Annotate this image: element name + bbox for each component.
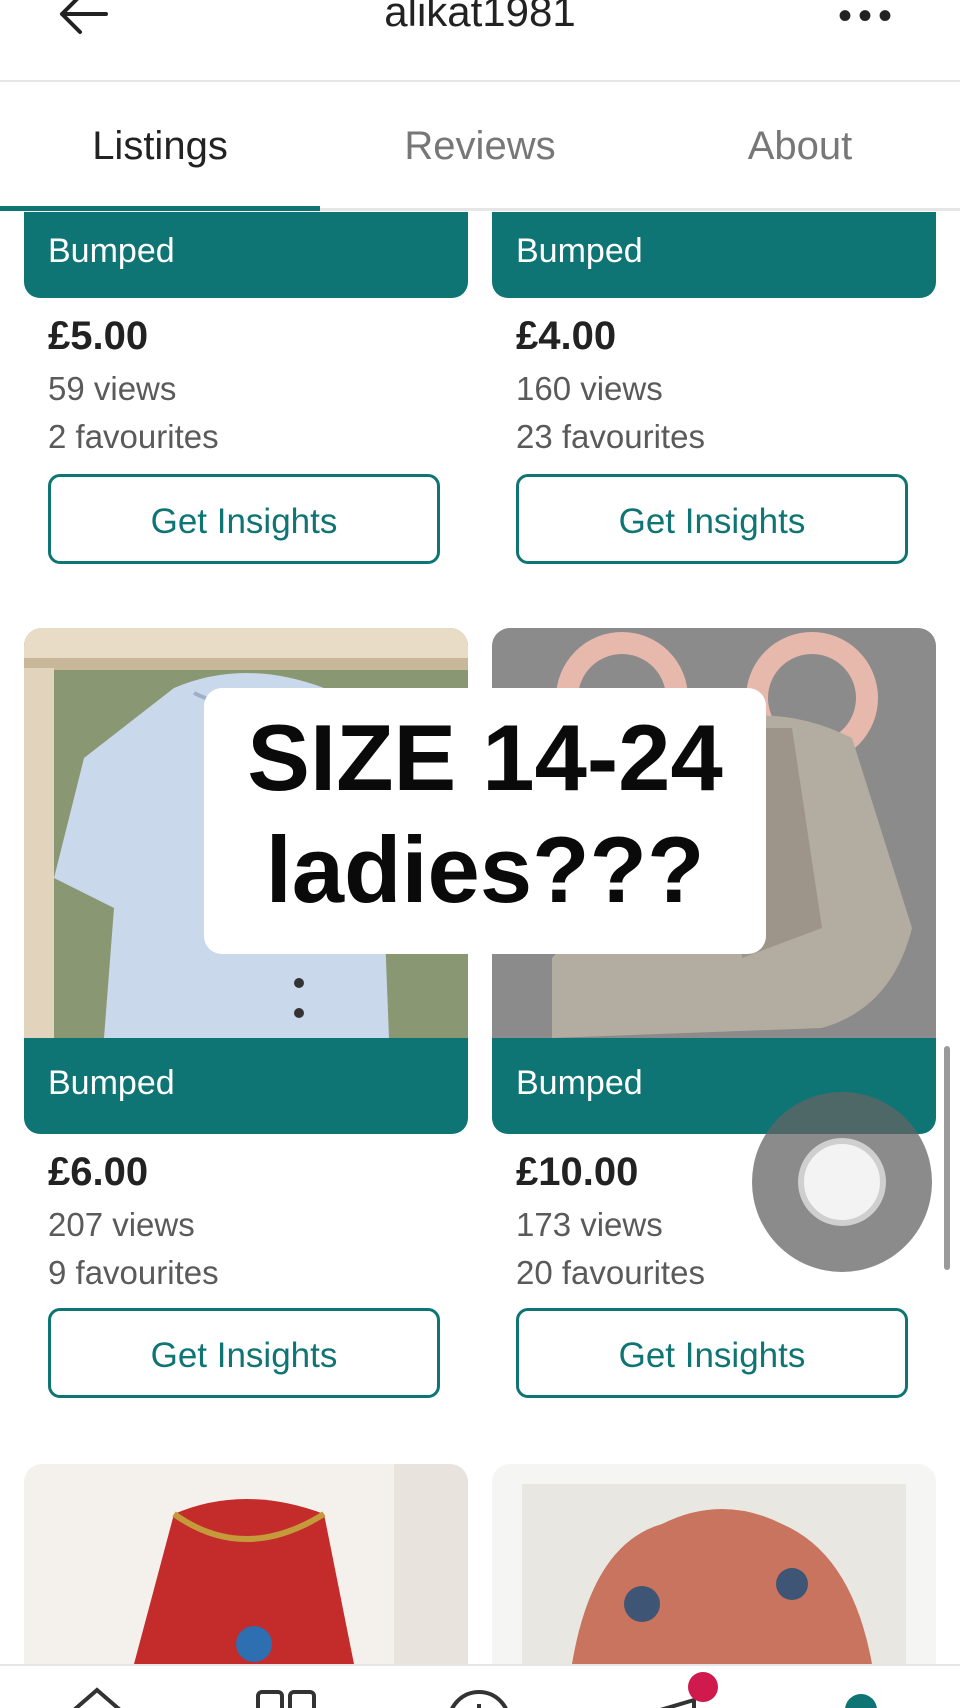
listing-price: £4.00 bbox=[516, 314, 617, 358]
page-title: alikat1981 bbox=[384, 0, 576, 35]
notification-badge bbox=[688, 1672, 718, 1702]
bumped-label: Bumped bbox=[48, 232, 175, 270]
listing-favourites: 23 favourites bbox=[516, 418, 705, 455]
tab-listings[interactable]: Listings bbox=[0, 124, 320, 169]
bumped-label: Bumped bbox=[48, 1064, 175, 1102]
get-insights-button[interactable]: Get Insights bbox=[516, 474, 908, 564]
assistive-touch-inner bbox=[798, 1138, 886, 1226]
assistive-touch-button[interactable] bbox=[752, 1092, 932, 1272]
active-tab-indicator bbox=[0, 206, 320, 211]
sell-icon[interactable] bbox=[444, 1686, 514, 1708]
profile-tabs: Listings Reviews About bbox=[0, 82, 960, 211]
bumped-badge: Bumped bbox=[24, 212, 468, 298]
top-bar: alikat1981 ••• bbox=[0, 0, 960, 82]
overlay-line-2: ladies??? bbox=[265, 817, 705, 922]
home-icon[interactable] bbox=[62, 1686, 132, 1708]
listing-price: £10.00 bbox=[516, 1150, 639, 1194]
profile-icon[interactable] bbox=[826, 1686, 896, 1708]
bumped-badge: Bumped bbox=[492, 212, 936, 298]
listing-views: 160 views bbox=[516, 370, 663, 407]
bottom-nav bbox=[0, 1664, 960, 1708]
listing-views: 173 views bbox=[516, 1206, 663, 1243]
more-dots-icon[interactable]: ••• bbox=[838, 0, 898, 39]
listing-favourites: 20 favourites bbox=[516, 1254, 705, 1291]
overlay-line-1: SIZE 14-24 bbox=[247, 705, 723, 810]
listing-favourites: 9 favourites bbox=[48, 1254, 219, 1291]
listing-price: £5.00 bbox=[48, 314, 149, 358]
listing-views: 59 views bbox=[48, 370, 177, 407]
listing-favourites: 2 favourites bbox=[48, 418, 219, 455]
listing-photo[interactable] bbox=[24, 1464, 468, 1664]
listing-views: 207 views bbox=[48, 1206, 195, 1243]
get-insights-button[interactable]: Get Insights bbox=[48, 474, 440, 564]
listing-price: £6.00 bbox=[48, 1150, 149, 1194]
get-insights-button[interactable]: Get Insights bbox=[48, 1308, 440, 1398]
overlay-caption: SIZE 14-24 ladies??? bbox=[204, 688, 766, 954]
scrollbar[interactable] bbox=[944, 1046, 950, 1270]
tab-about[interactable]: About bbox=[640, 124, 960, 169]
bumped-label: Bumped bbox=[516, 232, 643, 270]
bumped-label: Bumped bbox=[516, 1064, 643, 1102]
get-insights-button[interactable]: Get Insights bbox=[516, 1308, 908, 1398]
listing-photo[interactable] bbox=[492, 1464, 936, 1664]
browse-icon[interactable] bbox=[252, 1686, 322, 1708]
tab-reviews[interactable]: Reviews bbox=[320, 124, 640, 169]
bumped-badge: Bumped bbox=[24, 1038, 468, 1134]
